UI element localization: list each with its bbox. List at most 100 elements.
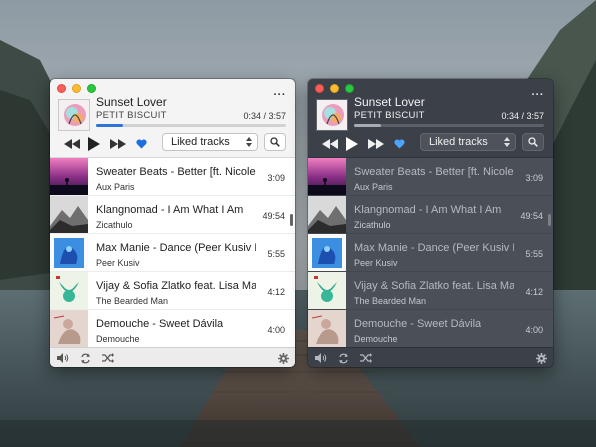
shuffle-icon[interactable] xyxy=(359,352,372,364)
now-playing-time: 0:34 / 3:57 xyxy=(501,111,544,121)
playlist-select[interactable]: Liked tracks xyxy=(420,133,516,151)
track-artwork xyxy=(50,158,88,196)
chevron-updown-icon xyxy=(246,137,252,147)
list-item[interactable]: Demouche - Sweet Dávila Demouche 4:00 xyxy=(50,309,295,347)
track-artist: Peer Kusiv xyxy=(354,258,398,268)
track-title: Demouche - Sweet Dávila xyxy=(96,318,224,330)
list-item[interactable]: Klangnomad - I Am What I Am Zicathulo 49… xyxy=(50,195,295,234)
rewind-icon[interactable] xyxy=(62,135,82,153)
play-icon[interactable] xyxy=(85,135,103,153)
zoom-button[interactable] xyxy=(345,84,354,93)
track-duration: 4:00 xyxy=(267,325,285,335)
track-title: Vijay & Sofia Zlatko feat. Lisa Ma... xyxy=(354,280,514,292)
track-title: Max Manie - Dance (Peer Kusiv R... xyxy=(96,242,256,254)
volume-icon[interactable] xyxy=(56,352,69,364)
track-title: Max Manie - Dance (Peer Kusiv R... xyxy=(354,242,514,254)
heart-icon[interactable] xyxy=(133,135,149,153)
shuffle-icon[interactable] xyxy=(101,352,114,364)
list-item[interactable]: Sweater Beats - Better [ft. Nicole... Au… xyxy=(50,158,295,196)
track-duration: 49:54 xyxy=(520,211,543,221)
now-playing-artwork xyxy=(58,99,90,131)
bottom-bar xyxy=(308,347,553,367)
player-window-dark: ··· Sunset Lover PETIT BISCUIT 0:34 / 3:… xyxy=(308,79,553,367)
now-playing-title: Sunset Lover xyxy=(96,95,167,109)
track-title: Klangnomad - I Am What I Am xyxy=(96,204,244,216)
play-icon[interactable] xyxy=(343,135,361,153)
repeat-icon[interactable] xyxy=(337,352,350,364)
search-icon xyxy=(528,137,538,147)
fast-forward-icon[interactable] xyxy=(366,135,386,153)
track-duration: 5:55 xyxy=(525,249,543,259)
track-duration: 4:12 xyxy=(525,287,543,297)
track-list[interactable]: Sweater Beats - Better [ft. Nicole... Au… xyxy=(308,157,553,347)
track-artwork xyxy=(308,272,346,310)
track-artwork xyxy=(50,196,88,234)
scrollbar-thumb[interactable] xyxy=(548,214,551,226)
minimize-button[interactable] xyxy=(330,84,339,93)
track-title: Vijay & Sofia Zlatko feat. Lisa Ma... xyxy=(96,280,256,292)
zoom-button[interactable] xyxy=(87,84,96,93)
list-item[interactable]: Sweater Beats - Better [ft. Nicole... Au… xyxy=(308,158,553,196)
track-duration: 4:00 xyxy=(525,325,543,335)
list-item[interactable]: Max Manie - Dance (Peer Kusiv R... Peer … xyxy=(50,233,295,272)
more-dots-icon[interactable]: ··· xyxy=(274,90,287,101)
track-duration: 3:09 xyxy=(267,173,285,183)
chevron-updown-icon xyxy=(504,137,510,147)
now-playing-artist: PETIT BISCUIT xyxy=(96,110,167,121)
track-artist: Zicathulo xyxy=(354,220,391,230)
fast-forward-icon[interactable] xyxy=(108,135,128,153)
track-duration: 4:12 xyxy=(267,287,285,297)
rewind-icon[interactable] xyxy=(320,135,340,153)
track-artwork xyxy=(308,234,346,272)
track-title: Sweater Beats - Better [ft. Nicole... xyxy=(96,166,256,178)
now-playing-time: 0:34 / 3:57 xyxy=(243,111,286,121)
track-artist: The Bearded Man xyxy=(354,296,427,306)
gear-icon[interactable] xyxy=(535,352,548,364)
now-playing-artwork xyxy=(316,99,348,131)
playlist-select-value: Liked tracks xyxy=(171,136,230,148)
close-button[interactable] xyxy=(315,84,324,93)
progress-bar[interactable] xyxy=(354,124,544,127)
list-item[interactable]: Max Manie - Dance (Peer Kusiv R... Peer … xyxy=(308,233,553,272)
list-item[interactable]: Demouche - Sweet Dávila Demouche 4:00 xyxy=(308,309,553,347)
close-button[interactable] xyxy=(57,84,66,93)
playlist-select-value: Liked tracks xyxy=(429,136,488,148)
search-button[interactable] xyxy=(522,133,544,151)
progress-bar[interactable] xyxy=(96,124,286,127)
track-artist: The Bearded Man xyxy=(96,296,169,306)
scrollbar-thumb[interactable] xyxy=(290,214,293,226)
heart-icon[interactable] xyxy=(391,135,407,153)
search-button[interactable] xyxy=(264,133,286,151)
track-artwork xyxy=(50,272,88,310)
progress-fill xyxy=(354,124,381,127)
track-duration: 5:55 xyxy=(267,249,285,259)
volume-icon[interactable] xyxy=(314,352,327,364)
list-item[interactable]: Klangnomad - I Am What I Am Zicathulo 49… xyxy=(308,195,553,234)
track-artwork xyxy=(308,196,346,234)
progress-fill xyxy=(96,124,123,127)
track-title: Demouche - Sweet Dávila xyxy=(354,318,482,330)
minimize-button[interactable] xyxy=(72,84,81,93)
track-artist: Aux Paris xyxy=(96,182,135,192)
track-artist: Peer Kusiv xyxy=(96,258,140,268)
track-artwork xyxy=(308,310,346,347)
repeat-icon[interactable] xyxy=(79,352,92,364)
track-list[interactable]: Sweater Beats - Better [ft. Nicole... Au… xyxy=(50,157,295,347)
track-duration: 49:54 xyxy=(262,211,285,221)
now-playing-title: Sunset Lover xyxy=(354,95,425,109)
player-window-light: ··· Sunset Lover PETIT BISCUIT 0:34 / 3:… xyxy=(50,79,295,367)
list-item[interactable]: Vijay & Sofia Zlatko feat. Lisa Ma... Th… xyxy=(308,271,553,310)
track-title: Sweater Beats - Better [ft. Nicole... xyxy=(354,166,514,178)
track-artwork xyxy=(50,310,88,347)
window-controls xyxy=(315,84,354,93)
gear-icon[interactable] xyxy=(277,352,290,364)
track-duration: 3:09 xyxy=(525,173,543,183)
track-artwork xyxy=(308,158,346,196)
playlist-select[interactable]: Liked tracks xyxy=(162,133,258,151)
track-title: Klangnomad - I Am What I Am xyxy=(354,204,502,216)
search-icon xyxy=(270,137,280,147)
track-artist: Demouche xyxy=(354,334,398,344)
list-item[interactable]: Vijay & Sofia Zlatko feat. Lisa Ma... Th… xyxy=(50,271,295,310)
more-dots-icon[interactable]: ··· xyxy=(532,90,545,101)
now-playing-artist: PETIT BISCUIT xyxy=(354,110,425,121)
